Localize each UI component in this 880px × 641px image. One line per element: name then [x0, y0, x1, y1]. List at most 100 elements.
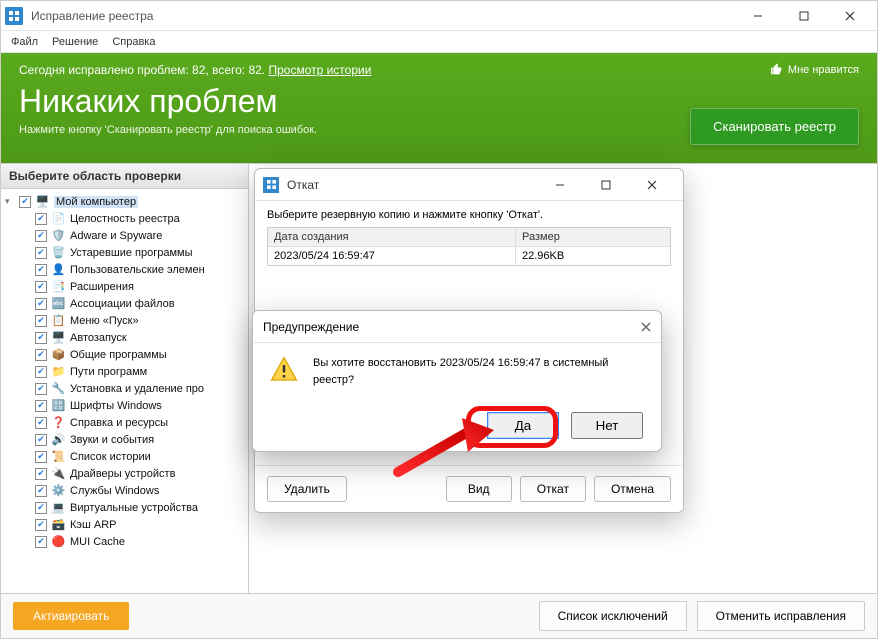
yes-button[interactable]: Да: [487, 412, 559, 439]
tree-item[interactable]: ✔ ❓ Справка и ресурсы: [1, 414, 248, 431]
app-icon: [5, 7, 23, 25]
checkbox[interactable]: ✔: [35, 315, 47, 327]
checkbox[interactable]: ✔: [35, 536, 47, 548]
menu-solution[interactable]: Решение: [52, 36, 98, 48]
tree-item[interactable]: ✔📜Список истории: [1, 448, 248, 465]
checkbox[interactable]: ✔: [35, 247, 47, 259]
tree-item[interactable]: ✔🔠Шрифты Windows: [1, 397, 248, 414]
close-button[interactable]: [827, 1, 873, 31]
tree-item[interactable]: ✔ 📦 Общие программы: [1, 346, 248, 363]
activate-button[interactable]: Активировать: [13, 602, 129, 630]
tree-item[interactable]: ✔ 👤 Пользовательские элемен: [1, 261, 248, 278]
chevron-down-icon[interactable]: ▾: [5, 196, 15, 207]
exclusions-button[interactable]: Список исключений: [539, 601, 687, 631]
tree-item-label: Меню «Пуск»: [70, 315, 139, 327]
delete-button[interactable]: Удалить: [267, 476, 347, 502]
tree-item[interactable]: ✔🔊Звуки и события: [1, 431, 248, 448]
no-button[interactable]: Нет: [571, 412, 643, 439]
tree-item[interactable]: ✔ 🔌 Драйверы устройств: [1, 465, 248, 482]
minimize-button[interactable]: [735, 1, 781, 31]
checkbox[interactable]: ✔: [35, 213, 47, 225]
like-button[interactable]: Мне нравится: [770, 63, 859, 76]
checkbox[interactable]: ✔: [35, 366, 47, 378]
checkbox[interactable]: ✔: [35, 230, 47, 242]
table-row[interactable]: 2023/05/24 16:59:47 22.96KB: [268, 247, 670, 265]
item-icon: 👤: [51, 262, 66, 277]
checkbox[interactable]: ✔: [35, 264, 47, 276]
dialog-minimize-button[interactable]: [537, 170, 583, 200]
window-title: Исправление реестра: [31, 9, 735, 23]
checkbox[interactable]: ✔: [35, 349, 47, 361]
checkbox[interactable]: ✔: [35, 281, 47, 293]
tree-item-label: Кэш ARP: [70, 519, 117, 531]
warning-close-button[interactable]: [641, 319, 651, 335]
tree-item[interactable]: ✔🔧Установка и удаление про: [1, 380, 248, 397]
item-icon: 🗃️: [51, 517, 66, 532]
item-icon: ⚙️: [51, 483, 66, 498]
tree-item[interactable]: ✔ 🗃️ Кэш ARP: [1, 516, 248, 533]
scan-tree[interactable]: ▾ ✔ 🖥️ Мой компьютер ✔ 📄 Целостность реестра ✔🛡…: [1, 189, 248, 593]
tree-item-label: Пользовательские элемен: [70, 264, 205, 276]
tree-item[interactable]: ✔ 🔴 MUI Cache: [1, 533, 248, 550]
tree-item-label: Справка и ресурсы: [70, 417, 168, 429]
rollback-button[interactable]: Откат: [520, 476, 586, 502]
col-date[interactable]: Дата создания: [268, 228, 516, 246]
backup-table[interactable]: Дата создания Размер 2023/05/24 16:59:47…: [267, 227, 671, 266]
tree-item-label: Драйверы устройств: [70, 468, 175, 480]
tree-item[interactable]: ✔🗑️Устаревшие программы: [1, 244, 248, 261]
checkbox[interactable]: ✔: [35, 400, 47, 412]
checkbox[interactable]: ✔: [19, 196, 31, 208]
tree-item[interactable]: ✔🔤Ассоциации файлов: [1, 295, 248, 312]
item-icon: ❓: [51, 415, 66, 430]
checkbox[interactable]: ✔: [35, 417, 47, 429]
checkbox[interactable]: ✔: [35, 502, 47, 514]
dialog-close-button[interactable]: [629, 170, 675, 200]
item-icon: 📄: [51, 211, 66, 226]
tree-item[interactable]: ✔🛡️Adware и Spyware: [1, 227, 248, 244]
menu-file[interactable]: Файл: [11, 36, 38, 48]
dialog-maximize-button[interactable]: [583, 170, 629, 200]
tree-root[interactable]: ▾✔🖥️Мой компьютер: [1, 193, 248, 210]
tree-item[interactable]: ✔💻Виртуальные устройства: [1, 499, 248, 516]
history-link[interactable]: Просмотр истории: [268, 63, 371, 77]
checkbox[interactable]: ✔: [35, 519, 47, 531]
tree-item[interactable]: ✔📑Расширения: [1, 278, 248, 295]
warning-icon: [269, 355, 299, 385]
checkbox[interactable]: ✔: [35, 468, 47, 480]
warning-message: Вы хотите восстановить 2023/05/24 16:59:…: [313, 355, 645, 388]
checkbox[interactable]: ✔: [35, 298, 47, 310]
tree-item-label: Целостность реестра: [70, 213, 180, 225]
tree-item-label: MUI Cache: [70, 536, 125, 548]
tree-item-label: Шрифты Windows: [70, 400, 162, 412]
tree-item-label: Звуки и события: [70, 434, 154, 446]
item-icon: 🔌: [51, 466, 66, 481]
scan-registry-button[interactable]: Сканировать реестр: [690, 108, 859, 145]
col-size[interactable]: Размер: [516, 228, 670, 246]
tree-item[interactable]: ✔ ⚙️ Службы Windows: [1, 482, 248, 499]
tree-item-label: Службы Windows: [70, 485, 159, 497]
checkbox[interactable]: ✔: [35, 485, 47, 497]
checkbox[interactable]: ✔: [35, 434, 47, 446]
item-icon: 📑: [51, 279, 66, 294]
tree-item-label: Adware и Spyware: [70, 230, 162, 242]
tree-item[interactable]: ✔🖥️Автозапуск: [1, 329, 248, 346]
checkbox[interactable]: ✔: [35, 383, 47, 395]
item-icon: 📦: [51, 347, 66, 362]
tree-root-label: Мой компьютер: [54, 196, 138, 208]
menu-help[interactable]: Справка: [112, 36, 155, 48]
checkbox[interactable]: ✔: [35, 332, 47, 344]
tree-item[interactable]: ✔📁Пути программ: [1, 363, 248, 380]
tree-item-label: Общие программы: [70, 349, 167, 361]
item-icon: 🔴: [51, 534, 66, 549]
item-icon: 📋: [51, 313, 66, 328]
view-button[interactable]: Вид: [446, 476, 512, 502]
thumbs-up-icon: [770, 63, 783, 76]
cancel-button[interactable]: Отмена: [594, 476, 671, 502]
undo-fixes-button[interactable]: Отменить исправления: [697, 601, 865, 631]
tree-item-label: Пути программ: [70, 366, 147, 378]
tree-item[interactable]: ✔ 📄 Целостность реестра: [1, 210, 248, 227]
item-icon: 🖥️: [51, 330, 66, 345]
tree-item[interactable]: ✔ 📋 Меню «Пуск»: [1, 312, 248, 329]
checkbox[interactable]: ✔: [35, 451, 47, 463]
maximize-button[interactable]: [781, 1, 827, 31]
